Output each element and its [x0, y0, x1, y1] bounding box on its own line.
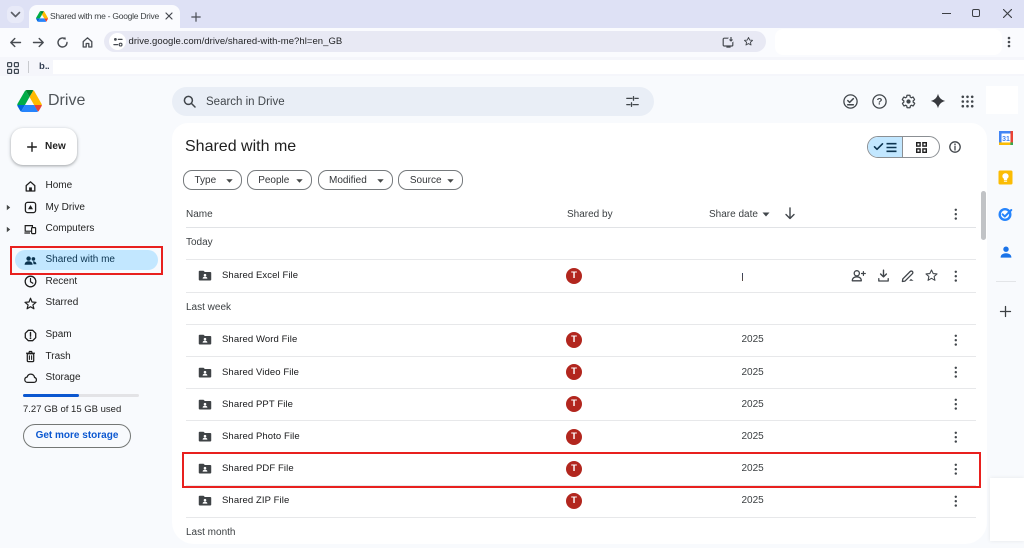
- svg-text:31: 31: [1002, 136, 1010, 143]
- svg-text:?: ?: [877, 97, 883, 108]
